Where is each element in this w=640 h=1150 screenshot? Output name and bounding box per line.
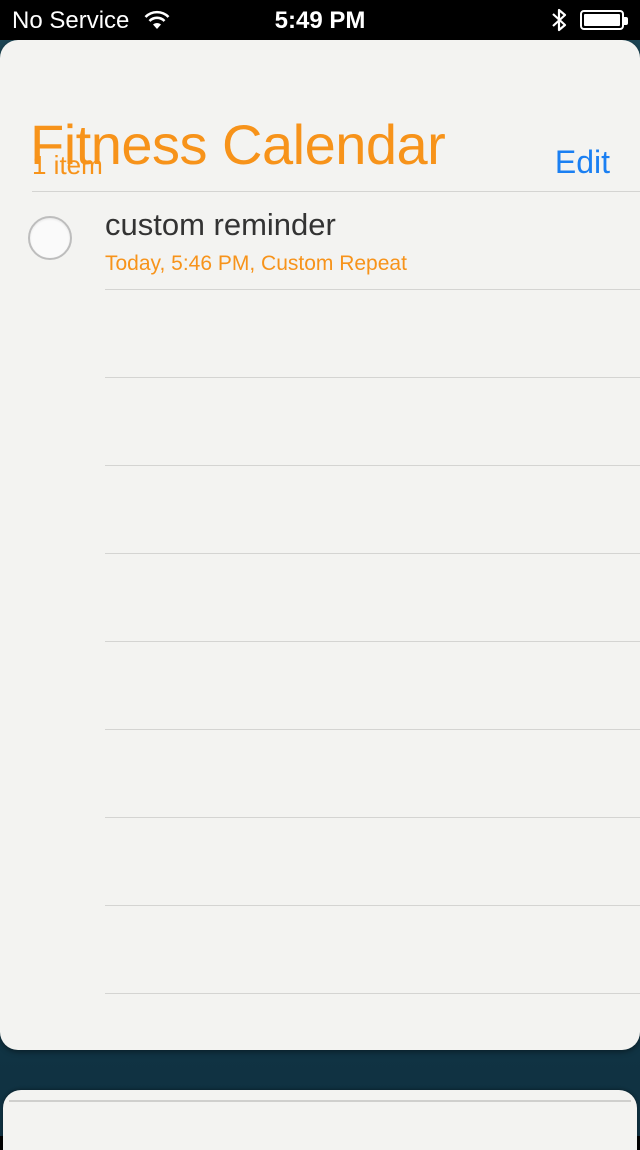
row-divider [105, 641, 640, 642]
item-count: 1 item [32, 150, 103, 180]
bluetooth-icon [552, 8, 567, 32]
row-divider [105, 817, 640, 818]
reminders-list-card[interactable]: Fitness Calendar 1 item Edit custom remi… [0, 40, 640, 1050]
row-divider [105, 553, 640, 554]
header-divider [32, 191, 640, 192]
row-divider [105, 465, 640, 466]
card-edge [9, 1100, 631, 1106]
status-bar: No Service 5:49 PM [0, 0, 640, 40]
row-divider [105, 289, 640, 290]
reminder-title[interactable]: custom reminder [105, 207, 336, 243]
row-divider [105, 729, 640, 730]
row-divider [105, 377, 640, 378]
next-list-card[interactable] [3, 1090, 637, 1150]
complete-checkbox[interactable] [28, 216, 72, 260]
battery-icon [580, 10, 628, 30]
reminder-subtitle: Today, 5:46 PM, Custom Repeat [105, 252, 407, 275]
edit-button[interactable]: Edit [555, 144, 610, 181]
row-divider [105, 993, 640, 994]
row-divider [105, 905, 640, 906]
clock: 5:49 PM [274, 7, 366, 34]
